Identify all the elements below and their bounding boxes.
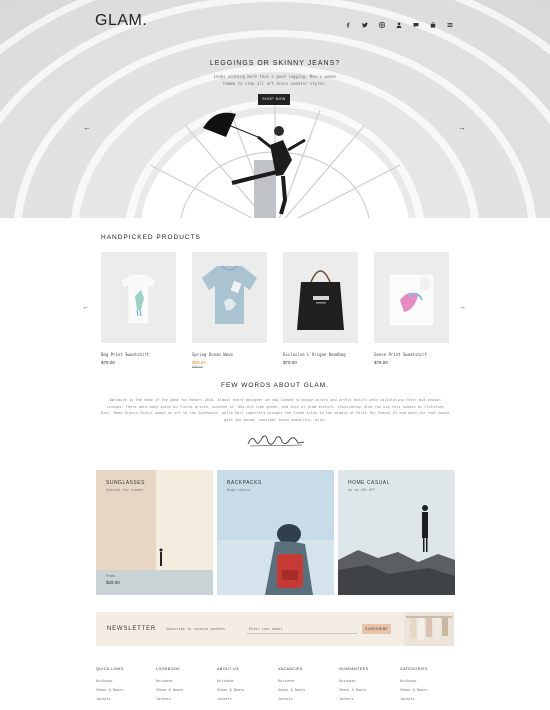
category-title: HOME CASUAL [348,480,390,486]
footer-column: LOOKBOOK Knitwear Shoes & Boots Jackets [156,667,211,706]
hero-subtitle-line-1: Looks nothing more than a good legging. … [213,74,337,79]
footer-column: ABOUT US Knitwear Shoes & Boots Jackets [217,667,272,706]
category-card-backpacks[interactable]: BACKPACKS Huge choice [217,470,334,595]
subscribe-button[interactable]: SUBSCRIBE [362,624,391,634]
category-card-home-casual[interactable]: HOME CASUAL Up to 40% OFF [338,470,455,595]
footer-link[interactable]: Jackets [339,697,394,701]
product-card[interactable]: Dog Print Sweatshirt $79.00 [101,252,176,365]
footer-link[interactable]: Knitwear [96,679,151,683]
product-name[interactable]: Exclusive L'Origan Handbag [283,352,358,357]
hero-banner: GLAM. LEGGINGS OR SKINNY JEANS? Looks no… [0,0,550,218]
footer-link[interactable]: Shoes & Boots [278,688,333,692]
footer-link[interactable]: Jackets [278,697,333,701]
product-image[interactable] [101,252,176,343]
hero-title: LEGGINGS OR SKINNY JEANS? [209,60,341,67]
footer-heading: GUARANTEES [339,667,369,671]
about-section-title: FEW WORDS ABOUT GLAM. [221,382,329,389]
menu-icon[interactable] [447,15,453,27]
footer-column: GUARANTEES Knitwear Shoes & Boots Jacket… [339,667,394,706]
product-name[interactable]: Goose Print Sweatshirt [374,352,449,357]
clothing-rack-image [404,612,454,646]
footer-link[interactable]: Shoes & Boots [156,688,211,692]
category-card-sunglasses[interactable]: SUNGLASSES Special for summer from $29.0… [96,470,213,595]
footer-column: CATEGORIES Knitwear Shoes & Boots Jacket… [400,667,455,706]
footer-heading: VACANCIES [278,667,303,671]
footer-link[interactable]: Jackets [217,697,272,701]
product-image[interactable] [374,252,449,343]
arches-background [0,0,550,218]
footer-column: QUICK LINKS Knitwear Shoes & Boots Jacke… [96,667,151,706]
header-icons [345,15,453,28]
category-title: SUNGLASSES [106,480,145,486]
footer-link[interactable]: Shoes & Boots [217,688,272,692]
product-name[interactable]: Dog Print Sweatshirt [101,352,176,357]
footer-heading: LOOKBOOK [156,667,181,671]
newsletter-description: Subscribe to receive updates [166,627,226,631]
footer-link[interactable]: Shoes & Boots [400,688,455,692]
products-next-arrow[interactable]: → [459,304,466,311]
category-subtitle: Huge choice [227,488,251,492]
footer-link[interactable]: Shoes & Boots [96,688,151,692]
newsletter-title: NEWSLETTER [107,626,157,632]
twitter-icon[interactable] [362,15,368,28]
hero-next-arrow[interactable]: → [458,123,466,132]
product-card[interactable]: Goose Print Sweatshirt $79.00 [374,252,449,365]
product-name[interactable]: Spring Ocean Wave [192,352,267,357]
site-logo[interactable]: GLAM. [95,12,147,30]
about-text: Optimize is the name of the game for Res… [100,398,450,422]
product-image[interactable] [192,252,267,343]
products-prev-arrow[interactable]: ← [82,304,89,311]
footer-link[interactable]: Knitwear [217,679,272,683]
instagram-icon[interactable] [379,15,385,28]
hero-subtitle-line-2: homme to step all art dress sweater styl… [223,81,327,86]
footer-link[interactable]: Knitwear [339,679,394,683]
category-subtitle: Special for summer [106,488,144,492]
newsletter-email-input[interactable] [247,624,357,634]
signature [246,430,306,450]
footer-link[interactable]: Knitwear [156,679,211,683]
footer-link[interactable]: Knitwear [278,679,333,683]
category-price: $29.00 [106,580,120,585]
product-card[interactable]: Exclusive L'Origan Handbag $79.00 [283,252,358,365]
footer-heading: ABOUT US [217,667,239,671]
footer-link[interactable]: Jackets [96,697,151,701]
footer-link[interactable]: Shoes & Boots [339,688,394,692]
newsletter-bar: NEWSLETTER Subscribe to receive updates … [96,612,454,646]
footer-heading: CATEGORIES [400,667,428,671]
footer-link[interactable]: Jackets [400,697,455,701]
category-subtitle: Up to 40% OFF [348,488,376,492]
category-title: BACKPACKS [227,480,262,486]
product-price: $79.00 [374,360,388,365]
chat-icon[interactable] [413,15,419,28]
product-image[interactable] [283,252,358,343]
product-price: $79.00 [101,360,115,365]
bag-icon[interactable] [430,15,436,28]
products-section-title: HANDPICKED PRODUCTS [101,234,201,241]
facebook-icon[interactable] [345,15,351,28]
footer-link[interactable]: Jackets [156,697,211,701]
hero-prev-arrow[interactable]: ← [83,123,91,132]
footer-link[interactable]: Knitwear [400,679,455,683]
user-icon[interactable] [396,15,402,28]
footer-column: VACANCIES Knitwear Shoes & Boots Jackets [278,667,333,706]
category-price-label: from [106,574,115,578]
shop-now-button[interactable]: SHOP NOW [258,94,290,105]
hero-subtitle: Looks nothing more than a good legging. … [0,73,550,87]
product-old-price: $89.00 [192,365,203,369]
footer-heading: QUICK LINKS [96,667,124,671]
product-card[interactable]: Spring Ocean Wave $69.00 $89.00 [192,252,267,369]
product-price: $79.00 [283,360,297,365]
